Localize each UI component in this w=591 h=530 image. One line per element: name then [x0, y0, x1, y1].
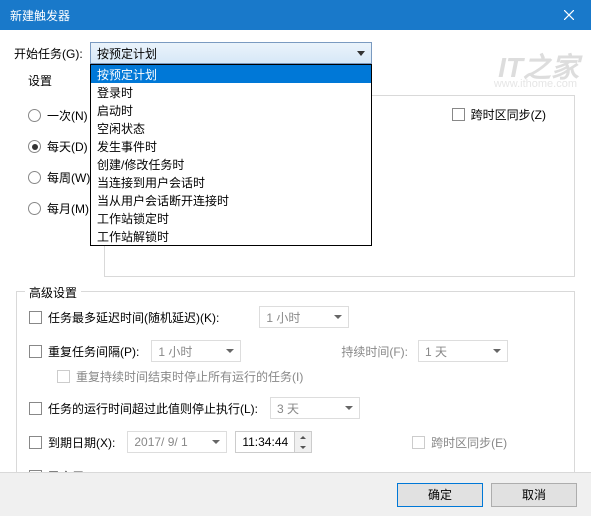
chevron-down-icon — [212, 440, 220, 444]
expire-date-picker[interactable]: 2017/ 9/ 1 — [127, 431, 227, 453]
dropdown-option[interactable]: 发生事件时 — [91, 137, 371, 155]
checkbox-icon — [412, 436, 425, 449]
chevron-down-icon — [345, 406, 353, 410]
chevron-down-icon — [334, 315, 342, 319]
ok-button[interactable]: 确定 — [397, 483, 483, 507]
spinner-up-icon[interactable] — [295, 432, 311, 442]
stop-at-end-checkbox — [57, 370, 70, 383]
dropdown-option[interactable]: 空闲状态 — [91, 119, 371, 137]
tz-sync-label: 跨时区同步(Z) — [471, 106, 546, 123]
expire-label: 到期日期(X): — [48, 434, 115, 451]
expire-checkbox[interactable]: 到期日期(X): — [29, 434, 127, 451]
stop-after-checkbox[interactable]: 任务的运行时间超过此值则停止执行(L): — [29, 400, 270, 417]
radio-icon — [28, 109, 41, 122]
dropdown-option[interactable]: 工作站锁定时 — [91, 209, 371, 227]
dialog-footer: 确定 取消 — [0, 472, 591, 516]
expire-tz-label: 跨时区同步(E) — [431, 434, 507, 451]
checkbox-icon — [29, 311, 42, 324]
checkbox-icon — [29, 402, 42, 415]
expire-date: 2017/ 9/ 1 — [134, 435, 187, 449]
expire-time: 11:34:44 — [236, 435, 294, 449]
begin-task-label: 开始任务(G): — [14, 45, 90, 62]
duration-label: 持续时间(F): — [341, 343, 408, 360]
cancel-button[interactable]: 取消 — [491, 483, 577, 507]
tz-sync-checkbox[interactable]: 跨时区同步(Z) — [452, 106, 546, 123]
begin-task-dropdown[interactable]: 按预定计划 — [90, 42, 372, 64]
repeat-label: 重复任务间隔(P): — [48, 343, 139, 360]
dropdown-option[interactable]: 当从用户会话断开连接时 — [91, 191, 371, 209]
spinner-down-icon[interactable] — [295, 442, 311, 452]
dropdown-option[interactable]: 启动时 — [91, 101, 371, 119]
dropdown-option[interactable]: 按预定计划 — [91, 65, 371, 83]
close-icon — [564, 10, 574, 20]
repeat-interval-combo[interactable]: 1 小时 — [151, 340, 241, 362]
dropdown-option[interactable]: 工作站解锁时 — [91, 227, 371, 245]
dropdown-option[interactable]: 创建/修改任务时 — [91, 155, 371, 173]
checkbox-icon — [29, 436, 42, 449]
advanced-legend: 高级设置 — [25, 284, 81, 301]
stop-after-combo[interactable]: 3 天 — [270, 397, 360, 419]
delay-value: 1 小时 — [266, 309, 300, 326]
begin-task-dropdown-list: 按预定计划 登录时 启动时 空闲状态 发生事件时 创建/修改任务时 当连接到用户… — [90, 64, 372, 246]
radio-once-label: 一次(N) — [47, 107, 88, 124]
stop-after-value: 3 天 — [277, 400, 299, 417]
delay-checkbox[interactable]: 任务最多延迟时间(随机延迟)(K): — [29, 309, 231, 326]
radio-icon — [28, 171, 41, 184]
dropdown-option[interactable]: 登录时 — [91, 83, 371, 101]
radio-weekly-label: 每周(W) — [47, 169, 90, 186]
chevron-down-icon — [357, 51, 365, 56]
stop-after-label: 任务的运行时间超过此值则停止执行(L): — [48, 400, 258, 417]
titlebar: 新建触发器 — [0, 0, 591, 30]
stop-at-end-label: 重复持续时间结束时停止所有运行的任务(I) — [76, 368, 303, 385]
repeat-checkbox[interactable]: 重复任务间隔(P): — [29, 343, 151, 360]
expire-time-spinner[interactable]: 11:34:44 — [235, 431, 312, 453]
radio-daily-label: 每天(D) — [47, 138, 88, 155]
checkbox-icon — [452, 108, 465, 121]
radio-monthly-label: 每月(M) — [47, 200, 89, 217]
radio-icon — [28, 140, 41, 153]
radio-icon — [28, 202, 41, 215]
dropdown-option[interactable]: 当连接到用户会话时 — [91, 173, 371, 191]
delay-combo[interactable]: 1 小时 — [259, 306, 349, 328]
window-title: 新建触发器 — [10, 7, 546, 24]
delay-label: 任务最多延迟时间(随机延迟)(K): — [48, 309, 219, 326]
duration-value: 1 天 — [425, 343, 447, 360]
expire-tz-checkbox: 跨时区同步(E) — [412, 434, 507, 451]
duration-combo[interactable]: 1 天 — [418, 340, 508, 362]
begin-task-selected: 按预定计划 — [97, 45, 157, 62]
chevron-down-icon — [493, 349, 501, 353]
repeat-value: 1 小时 — [158, 343, 192, 360]
checkbox-icon — [29, 345, 42, 358]
chevron-down-icon — [226, 349, 234, 353]
close-button[interactable] — [546, 0, 591, 30]
